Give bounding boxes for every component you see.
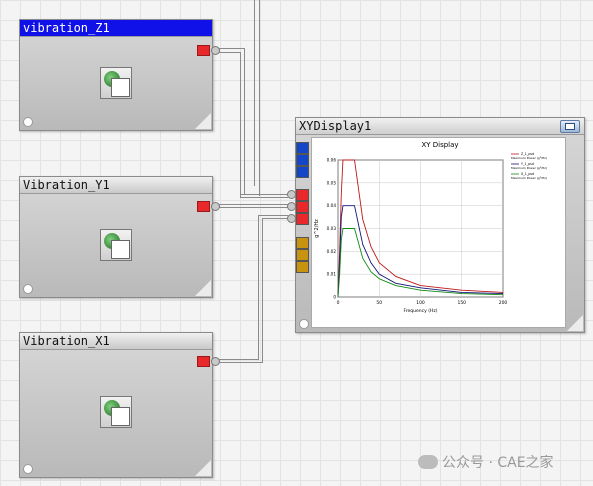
output-port[interactable]: [197, 45, 210, 56]
node-title[interactable]: Vibration_X1: [20, 333, 212, 350]
restore-window-icon[interactable]: [560, 120, 580, 133]
xy-chart: XY Display 0 50 100 150 200 0 0.01 0.02 0.03 0.04 0…: [314, 141, 547, 314]
psd-icon[interactable]: [100, 396, 132, 428]
input-port-gold[interactable]: [296, 237, 309, 249]
input-port-blue[interactable]: [296, 154, 309, 166]
input-port-red[interactable]: [296, 189, 309, 201]
watermark-text: 公众号 · CAE之家: [442, 455, 554, 471]
node-vibration-z1[interactable]: vibration_Z1: [19, 19, 220, 131]
chart-icon: [111, 240, 130, 259]
psd-icon[interactable]: [100, 229, 132, 261]
y-tick-label: 0.05: [327, 180, 337, 185]
wire-x1-v: [258, 215, 259, 360]
chart-icon: [111, 78, 130, 97]
y-tick-label: 0.06: [327, 158, 337, 163]
wire-y1-h2: [218, 207, 288, 208]
y-axis-label: g^2/Hz: [314, 219, 320, 238]
wire-x1-h: [218, 359, 258, 360]
wire-vertical-top: [254, 0, 255, 186]
node-title[interactable]: Vibration_Y1: [20, 177, 212, 194]
port-connector[interactable]: [211, 202, 220, 211]
y-tick-label: 0.03: [327, 226, 337, 231]
psd-icon[interactable]: [100, 67, 132, 99]
resize-grip[interactable]: [195, 113, 211, 129]
wire-z1-h2: [218, 52, 240, 53]
status-circle-icon: [23, 117, 33, 127]
wire-to-xy-1: [240, 194, 288, 195]
y-tick-label: 0.02: [327, 249, 337, 254]
x-tick-label: 50: [376, 300, 382, 306]
output-port[interactable]: [197, 356, 210, 367]
y-tick-label: 0.04: [327, 203, 337, 208]
wire-to-xy-3: [258, 215, 288, 216]
input-connector[interactable]: [287, 190, 296, 199]
input-connector[interactable]: [287, 214, 296, 223]
x-axis-label: Frequency (Hz): [404, 308, 438, 314]
x-tick-label: 150: [457, 300, 466, 306]
x-tick-label: 200: [499, 300, 508, 306]
input-port-blue[interactable]: [296, 166, 309, 178]
watermark: 公众号 · CAE之家: [418, 452, 554, 472]
node-xy-display[interactable]: XYDisplay1 XY Display 0 50 100 150 200 0 0.01 0.…: [287, 117, 585, 333]
node-title[interactable]: vibration_Z1: [20, 20, 212, 37]
input-port-red[interactable]: [296, 201, 309, 213]
resize-grip[interactable]: [195, 460, 211, 476]
wechat-icon: [418, 455, 438, 469]
node-title[interactable]: XYDisplay1: [296, 118, 584, 135]
input-port-blue[interactable]: [296, 142, 309, 154]
wire-y1-h: [218, 204, 288, 205]
wire-z1-v2: [240, 52, 241, 198]
chart-title: XY Display: [421, 141, 458, 149]
x-tick-label: 0: [337, 300, 340, 306]
port-connector[interactable]: [211, 357, 220, 366]
x-tick-label: 100: [416, 300, 425, 306]
port-connector[interactable]: [211, 46, 220, 55]
wire-z1-h: [218, 48, 244, 49]
wire-to-xy-3b: [262, 218, 288, 219]
plot-area[interactable]: XY Display 0 50 100 150 200 0 0.01 0.02 0.03 0.04 0…: [311, 137, 566, 328]
status-circle-icon: [23, 284, 33, 294]
node-vibration-x1[interactable]: Vibration_X1: [19, 332, 220, 478]
resize-grip[interactable]: [567, 315, 583, 331]
node-vibration-y1[interactable]: Vibration_Y1: [19, 176, 220, 298]
legend-subtitle: Maximum Power (g²/Hz): [511, 166, 547, 170]
input-port-red[interactable]: [296, 213, 309, 225]
output-port[interactable]: [197, 201, 210, 212]
wire-x1-v2: [262, 218, 263, 363]
legend-subtitle: Maximum Power (g²/Hz): [511, 176, 547, 180]
input-port-gold[interactable]: [296, 261, 309, 273]
chart-icon: [111, 407, 130, 426]
wire-x1-h2: [218, 362, 262, 363]
wire-to-xy-1b: [240, 197, 288, 198]
input-port-gold[interactable]: [296, 249, 309, 261]
status-circle-icon: [299, 319, 309, 329]
y-tick-label: 0: [333, 295, 336, 300]
status-circle-icon: [23, 464, 33, 474]
input-connector[interactable]: [287, 202, 296, 211]
wire-vertical-top-2: [259, 0, 260, 196]
y-tick-label: 0.01: [327, 272, 337, 277]
wire-z1-v: [244, 48, 245, 194]
resize-grip[interactable]: [195, 280, 211, 296]
legend-subtitle: Maximum Power (g²/Hz): [511, 156, 547, 160]
